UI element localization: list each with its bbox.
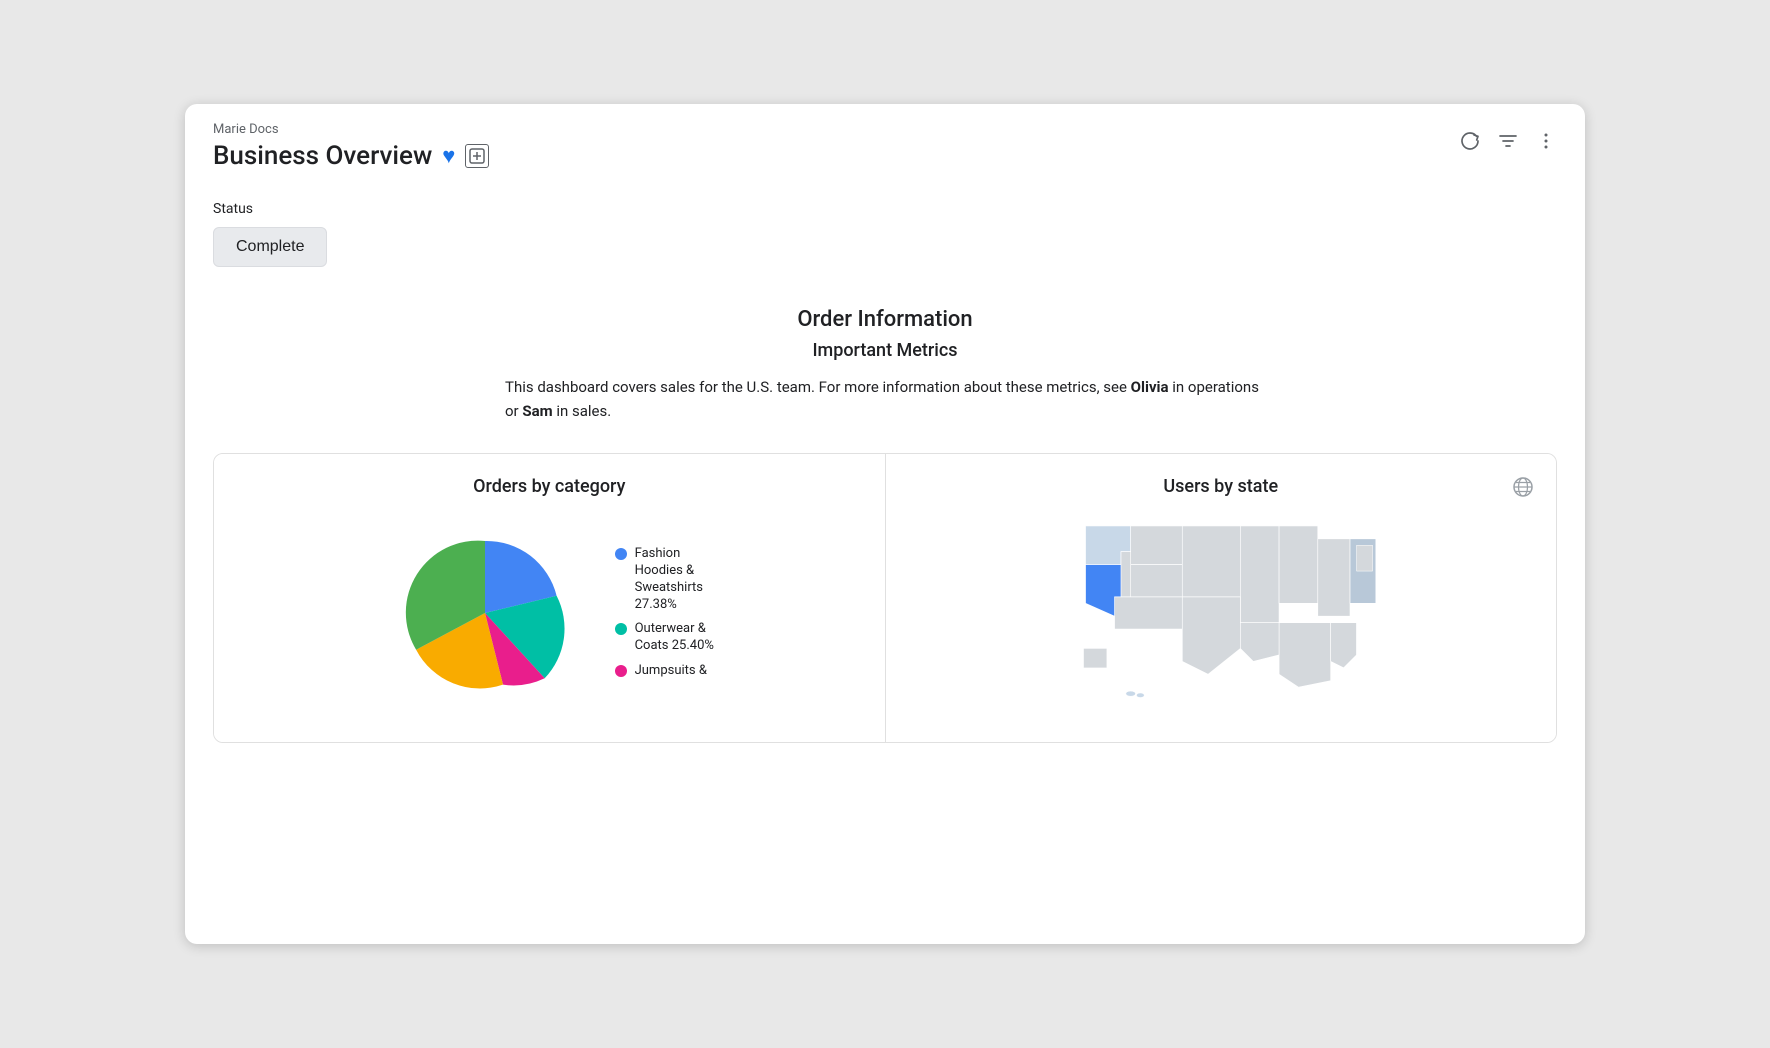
legend-dot-outerwear (615, 623, 627, 635)
legend-item-fashion: FashionHoodies &Sweatshirts27.38% (615, 546, 714, 614)
toolbar-right (1459, 130, 1557, 157)
legend-item-jumpsuits: Jumpsuits & (615, 663, 714, 680)
heart-icon[interactable]: ♥ (442, 143, 455, 169)
header: Marie Docs Business Overview ♥ (185, 104, 1585, 181)
legend-item-outerwear: Outerwear &Coats 25.40% (615, 621, 714, 655)
status-label: Status (213, 201, 1557, 217)
order-info-description: This dashboard covers sales for the U.S.… (505, 375, 1265, 423)
us-map-svg (931, 513, 1511, 713)
pie-area: FashionHoodies &Sweatshirts27.38% Outerw… (238, 513, 861, 713)
legend-dot-jumpsuits (615, 665, 627, 677)
orders-by-category-title: Orders by category (238, 476, 861, 497)
pie-legend: FashionHoodies &Sweatshirts27.38% Outerw… (615, 546, 714, 680)
users-by-state-title: Users by state (910, 476, 1533, 497)
pie-chart (385, 533, 585, 693)
title-row: Business Overview ♥ (213, 141, 1557, 171)
workspace-label: Marie Docs (213, 122, 1557, 137)
content-area: Status Complete Order Information Import… (185, 181, 1585, 763)
add-page-icon[interactable] (465, 144, 489, 168)
users-by-state-panel: Users by state (886, 454, 1557, 742)
complete-button[interactable]: Complete (213, 227, 327, 267)
more-options-icon[interactable] (1535, 130, 1557, 157)
main-window: Marie Docs Business Overview ♥ (185, 104, 1585, 944)
order-info-section: Order Information Important Metrics This… (213, 307, 1557, 423)
page-title: Business Overview (213, 141, 432, 171)
us-map-area (910, 513, 1533, 713)
legend-dot-fashion (615, 548, 627, 560)
orders-by-category-panel: Orders by category (214, 454, 886, 742)
globe-icon[interactable] (1512, 476, 1534, 503)
refresh-icon[interactable] (1459, 130, 1481, 157)
charts-row: Orders by category (213, 453, 1557, 743)
order-info-title: Order Information (213, 307, 1557, 332)
filter-icon[interactable] (1497, 130, 1519, 157)
order-info-subtitle: Important Metrics (213, 340, 1557, 361)
